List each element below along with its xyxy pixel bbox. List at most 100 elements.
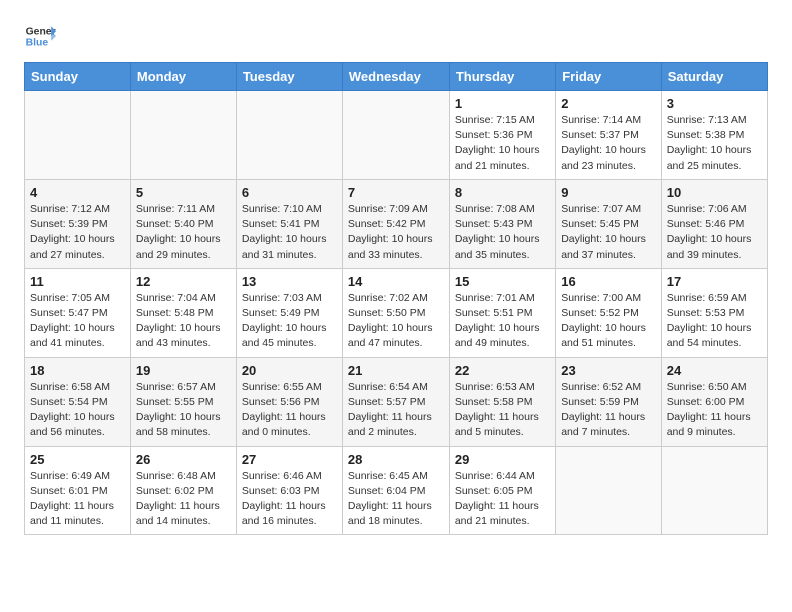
calendar-cell: 22 Sunrise: 6:53 AM Sunset: 5:58 PM Dayli… xyxy=(449,357,555,446)
day-info: Sunrise: 7:10 AM Sunset: 5:41 PM Dayligh… xyxy=(242,202,337,263)
calendar-week-row: 25 Sunrise: 6:49 AM Sunset: 6:01 PM Dayli… xyxy=(25,446,768,535)
calendar-cell: 9 Sunrise: 7:07 AM Sunset: 5:45 PM Daylig… xyxy=(556,179,662,268)
day-info: Sunrise: 7:02 AM Sunset: 5:50 PM Dayligh… xyxy=(348,291,444,352)
calendar-cell: 27 Sunrise: 6:46 AM Sunset: 6:03 PM Dayli… xyxy=(236,446,342,535)
day-number: 17 xyxy=(667,274,762,289)
day-info: Sunrise: 7:03 AM Sunset: 5:49 PM Dayligh… xyxy=(242,291,337,352)
weekday-header-sunday: Sunday xyxy=(25,63,131,91)
day-number: 10 xyxy=(667,185,762,200)
weekday-header-monday: Monday xyxy=(130,63,236,91)
day-number: 26 xyxy=(136,452,231,467)
calendar-cell: 12 Sunrise: 7:04 AM Sunset: 5:48 PM Dayli… xyxy=(130,268,236,357)
day-info: Sunrise: 7:07 AM Sunset: 5:45 PM Dayligh… xyxy=(561,202,656,263)
calendar-cell xyxy=(236,91,342,180)
day-info: Sunrise: 6:57 AM Sunset: 5:55 PM Dayligh… xyxy=(136,380,231,441)
day-info: Sunrise: 7:13 AM Sunset: 5:38 PM Dayligh… xyxy=(667,113,762,174)
calendar-cell: 5 Sunrise: 7:11 AM Sunset: 5:40 PM Daylig… xyxy=(130,179,236,268)
calendar-cell: 19 Sunrise: 6:57 AM Sunset: 5:55 PM Dayli… xyxy=(130,357,236,446)
day-info: Sunrise: 7:06 AM Sunset: 5:46 PM Dayligh… xyxy=(667,202,762,263)
calendar-cell: 16Sunrise: 7:00 AM Sunset: 5:52 PM Dayli… xyxy=(556,268,662,357)
day-info: Sunrise: 6:45 AM Sunset: 6:04 PM Dayligh… xyxy=(348,469,444,530)
day-number: 23 xyxy=(561,363,656,378)
calendar-cell: 1Sunrise: 7:15 AM Sunset: 5:36 PM Daylig… xyxy=(449,91,555,180)
weekday-header-tuesday: Tuesday xyxy=(236,63,342,91)
day-info: Sunrise: 6:53 AM Sunset: 5:58 PM Dayligh… xyxy=(455,380,550,441)
calendar-cell xyxy=(556,446,662,535)
generalblue-icon: General Blue xyxy=(24,20,56,52)
calendar-cell: 23 Sunrise: 6:52 AM Sunset: 5:59 PM Dayli… xyxy=(556,357,662,446)
calendar-cell: 7 Sunrise: 7:09 AM Sunset: 5:42 PM Daylig… xyxy=(342,179,449,268)
calendar-cell: 17Sunrise: 6:59 AM Sunset: 5:53 PM Dayli… xyxy=(661,268,767,357)
logo: General Blue xyxy=(24,20,56,52)
day-info: Sunrise: 6:46 AM Sunset: 6:03 PM Dayligh… xyxy=(242,469,337,530)
day-number: 4 xyxy=(30,185,125,200)
calendar-week-row: 1Sunrise: 7:15 AM Sunset: 5:36 PM Daylig… xyxy=(25,91,768,180)
day-info: Sunrise: 6:55 AM Sunset: 5:56 PM Dayligh… xyxy=(242,380,337,441)
calendar-cell: 21 Sunrise: 6:54 AM Sunset: 5:57 PM Dayli… xyxy=(342,357,449,446)
weekday-header-friday: Friday xyxy=(556,63,662,91)
calendar-week-row: 18Sunrise: 6:58 AM Sunset: 5:54 PM Dayli… xyxy=(25,357,768,446)
day-info: Sunrise: 7:04 AM Sunset: 5:48 PM Dayligh… xyxy=(136,291,231,352)
day-info: Sunrise: 7:14 AM Sunset: 5:37 PM Dayligh… xyxy=(561,113,656,174)
day-number: 21 xyxy=(348,363,444,378)
day-info: Sunrise: 7:08 AM Sunset: 5:43 PM Dayligh… xyxy=(455,202,550,263)
day-number: 25 xyxy=(30,452,125,467)
calendar-cell: 28 Sunrise: 6:45 AM Sunset: 6:04 PM Dayli… xyxy=(342,446,449,535)
calendar-cell xyxy=(130,91,236,180)
calendar-cell xyxy=(661,446,767,535)
calendar-week-row: 4 Sunrise: 7:12 AM Sunset: 5:39 PM Daylig… xyxy=(25,179,768,268)
day-number: 11 xyxy=(30,274,125,289)
calendar-cell: 18Sunrise: 6:58 AM Sunset: 5:54 PM Dayli… xyxy=(25,357,131,446)
day-number: 6 xyxy=(242,185,337,200)
day-number: 2 xyxy=(561,96,656,111)
day-info: Sunrise: 7:05 AM Sunset: 5:47 PM Dayligh… xyxy=(30,291,125,352)
day-info: Sunrise: 6:49 AM Sunset: 6:01 PM Dayligh… xyxy=(30,469,125,530)
calendar-cell: 29 Sunrise: 6:44 AM Sunset: 6:05 PM Dayli… xyxy=(449,446,555,535)
calendar-cell: 3 Sunrise: 7:13 AM Sunset: 5:38 PM Daylig… xyxy=(661,91,767,180)
day-info: Sunrise: 7:01 AM Sunset: 5:51 PM Dayligh… xyxy=(455,291,550,352)
calendar-cell: 26 Sunrise: 6:48 AM Sunset: 6:02 PM Dayli… xyxy=(130,446,236,535)
day-info: Sunrise: 7:11 AM Sunset: 5:40 PM Dayligh… xyxy=(136,202,231,263)
day-number: 12 xyxy=(136,274,231,289)
day-number: 9 xyxy=(561,185,656,200)
day-number: 13 xyxy=(242,274,337,289)
day-info: Sunrise: 7:12 AM Sunset: 5:39 PM Dayligh… xyxy=(30,202,125,263)
day-info: Sunrise: 6:58 AM Sunset: 5:54 PM Dayligh… xyxy=(30,380,125,441)
calendar-cell xyxy=(342,91,449,180)
day-number: 22 xyxy=(455,363,550,378)
day-number: 29 xyxy=(455,452,550,467)
calendar-cell xyxy=(25,91,131,180)
calendar-cell: 11 Sunrise: 7:05 AM Sunset: 5:47 PM Dayli… xyxy=(25,268,131,357)
day-number: 7 xyxy=(348,185,444,200)
calendar-week-row: 11 Sunrise: 7:05 AM Sunset: 5:47 PM Dayli… xyxy=(25,268,768,357)
calendar-cell: 8Sunrise: 7:08 AM Sunset: 5:43 PM Daylig… xyxy=(449,179,555,268)
svg-text:Blue: Blue xyxy=(26,38,49,49)
day-number: 27 xyxy=(242,452,337,467)
day-info: Sunrise: 7:09 AM Sunset: 5:42 PM Dayligh… xyxy=(348,202,444,263)
header: General Blue xyxy=(24,20,768,52)
day-info: Sunrise: 6:50 AM Sunset: 6:00 PM Dayligh… xyxy=(667,380,762,441)
calendar-cell: 2 Sunrise: 7:14 AM Sunset: 5:37 PM Daylig… xyxy=(556,91,662,180)
day-info: Sunrise: 6:54 AM Sunset: 5:57 PM Dayligh… xyxy=(348,380,444,441)
day-number: 28 xyxy=(348,452,444,467)
calendar-cell: 24 Sunrise: 6:50 AM Sunset: 6:00 PM Dayli… xyxy=(661,357,767,446)
day-number: 24 xyxy=(667,363,762,378)
day-number: 20 xyxy=(242,363,337,378)
calendar-cell: 10 Sunrise: 7:06 AM Sunset: 5:46 PM Dayli… xyxy=(661,179,767,268)
day-info: Sunrise: 6:44 AM Sunset: 6:05 PM Dayligh… xyxy=(455,469,550,530)
day-info: Sunrise: 6:52 AM Sunset: 5:59 PM Dayligh… xyxy=(561,380,656,441)
day-number: 14 xyxy=(348,274,444,289)
calendar-table: SundayMondayTuesdayWednesdayThursdayFrid… xyxy=(24,62,768,535)
day-number: 3 xyxy=(667,96,762,111)
calendar-cell: 25 Sunrise: 6:49 AM Sunset: 6:01 PM Dayli… xyxy=(25,446,131,535)
day-number: 15 xyxy=(455,274,550,289)
day-number: 19 xyxy=(136,363,231,378)
calendar-cell: 6 Sunrise: 7:10 AM Sunset: 5:41 PM Daylig… xyxy=(236,179,342,268)
weekday-header-thursday: Thursday xyxy=(449,63,555,91)
day-number: 5 xyxy=(136,185,231,200)
weekday-header-saturday: Saturday xyxy=(661,63,767,91)
calendar-cell: 15 Sunrise: 7:01 AM Sunset: 5:51 PM Dayli… xyxy=(449,268,555,357)
calendar-cell: 14 Sunrise: 7:02 AM Sunset: 5:50 PM Dayli… xyxy=(342,268,449,357)
day-info: Sunrise: 6:48 AM Sunset: 6:02 PM Dayligh… xyxy=(136,469,231,530)
day-info: Sunrise: 7:15 AM Sunset: 5:36 PM Dayligh… xyxy=(455,113,550,174)
